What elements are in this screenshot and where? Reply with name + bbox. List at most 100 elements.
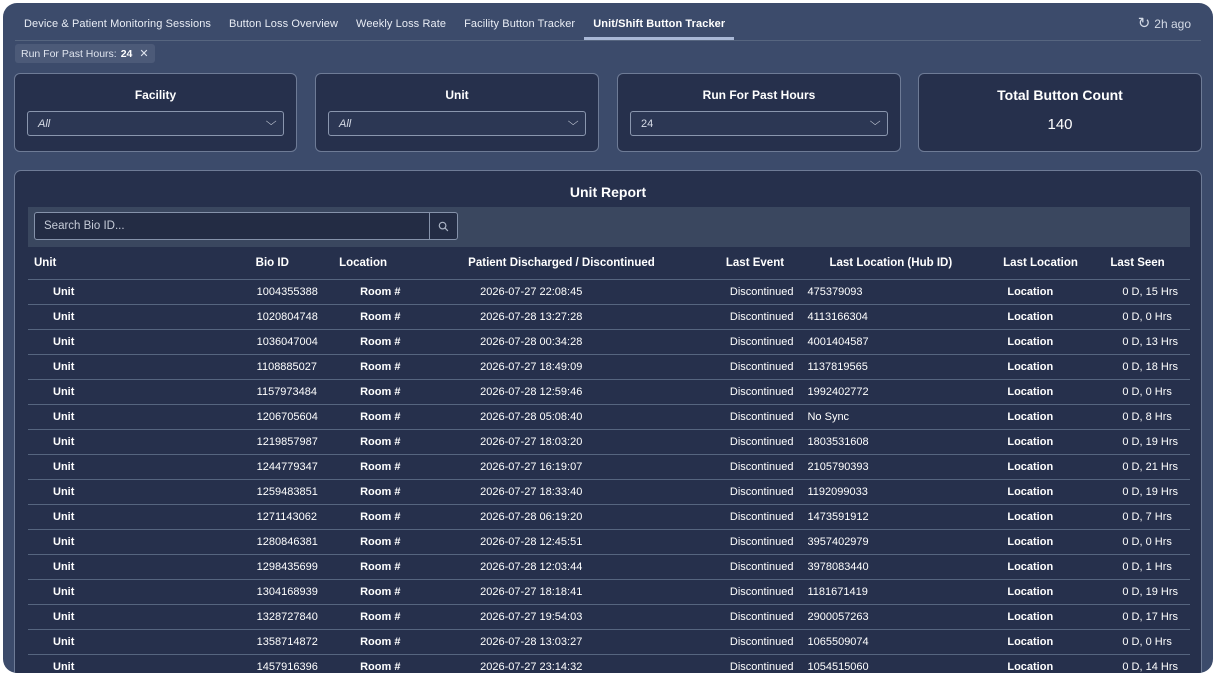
cell-discharged: 2026-07-27 22:08:45 [453, 279, 690, 305]
unit-report-table: Unit Bio ID Location Patient Discharged … [28, 248, 1190, 673]
unit-report-title: Unit Report [569, 184, 647, 200]
cell-last-seen: 0 D, 1 Hrs [1099, 554, 1190, 580]
cell-last-seen: 0 D, 17 Hrs [1099, 604, 1190, 630]
table-row[interactable]: Unit 1219857987 Room #2026-07-27 18:03:20 D… [28, 429, 1190, 455]
facility-select-value: All [38, 118, 51, 130]
cell-unit: Unit [28, 404, 250, 430]
cell-unit: Unit [28, 604, 250, 630]
table-row[interactable]: Unit 1304168939 Room #2026-07-27 18:18:41 D… [28, 579, 1190, 605]
cell-last-seen: 0 D, 19 Hrs [1099, 479, 1190, 505]
cell-discharged: 2026-07-28 13:03:27 [453, 629, 690, 655]
cell-unit: Unit [28, 504, 250, 530]
cell-last-seen: 0 D, 19 Hrs [1099, 429, 1190, 455]
table-row[interactable]: Unit 1457916396 Room #2026-07-27 23:14:32 D… [28, 654, 1190, 673]
hours-filter-card: Run For Past Hours 24 ⌵ [617, 73, 901, 152]
refresh-button[interactable]: ↻ 2h ago [1138, 16, 1191, 31]
cell-last-location: Location [961, 504, 1100, 530]
cell-unit: Unit [28, 629, 250, 655]
tab-bar: Device & Patient Monitoring Sessions But… [15, 11, 1201, 41]
column-header-discharged[interactable]: Patient Discharged / Discontinued [453, 248, 690, 280]
filter-chip-label: Run For Past Hours: [21, 47, 117, 60]
tab-unit-shift-button-tracker[interactable]: Unit/Shift Button Tracker [584, 11, 735, 40]
column-header-unit[interactable]: Unit [28, 248, 250, 280]
column-header-last-event[interactable]: Last Event [689, 248, 794, 280]
cell-bio-id: 1108885027 [249, 354, 334, 380]
cell-discharged: 2026-07-28 12:03:44 [453, 554, 690, 580]
cell-last-location: Location [961, 554, 1100, 580]
table-row[interactable]: Unit 1157973484 Room #2026-07-28 12:59:46 D… [28, 379, 1190, 405]
cell-location: Room # [333, 279, 454, 305]
table-row[interactable]: Unit 1259483851 Room #2026-07-27 18:33:40 D… [28, 479, 1190, 505]
cell-last-location: Location [961, 404, 1100, 430]
cell-location: Room # [333, 554, 454, 580]
cell-unit: Unit [28, 429, 250, 455]
last-refresh-label: 2h ago [1154, 17, 1191, 31]
table-row[interactable]: Unit 1004355388 Room #2026-07-27 22:08:45 D… [28, 279, 1190, 305]
search-input[interactable]: Search Bio ID... [34, 212, 430, 240]
cell-location: Room # [333, 354, 454, 380]
cell-last-location: Location [961, 279, 1100, 305]
cell-last-event: Discontinued [689, 529, 794, 555]
column-header-last-location-hub[interactable]: Last Location (Hub ID) [793, 248, 962, 280]
cell-bio-id: 1157973484 [249, 379, 334, 405]
cell-unit: Unit [28, 479, 250, 505]
cell-last-location-hub: 1803531608 [793, 429, 962, 455]
unit-report-panel: Unit Report Search Bio ID... Unit Bio ID… [14, 170, 1202, 673]
cell-last-seen: 0 D, 0 Hrs [1099, 379, 1190, 405]
unit-select[interactable]: All ⌵ [328, 111, 586, 136]
cell-last-event: Discontinued [689, 654, 794, 673]
close-icon[interactable]: ✕ [139, 47, 148, 60]
cell-last-seen: 0 D, 0 Hrs [1099, 529, 1190, 555]
tab-facility-button-tracker[interactable]: Facility Button Tracker [455, 11, 584, 40]
table-row[interactable]: Unit 1020804748 Room #2026-07-28 13:27:28 D… [28, 304, 1190, 330]
cell-location: Room # [333, 404, 454, 430]
cell-last-location: Location [961, 604, 1100, 630]
column-header-last-location[interactable]: Last Location [961, 248, 1100, 280]
column-header-location[interactable]: Location [333, 248, 454, 280]
cell-location: Room # [333, 629, 454, 655]
facility-select[interactable]: All ⌵ [27, 111, 284, 136]
total-button-count-card: Total Button Count 140 [918, 73, 1202, 152]
tab-button-loss-overview[interactable]: Button Loss Overview [220, 11, 347, 40]
cell-last-location: Location [961, 654, 1100, 673]
cell-discharged: 2026-07-28 13:27:28 [453, 304, 690, 330]
chevron-down-icon: ⌵ [567, 116, 579, 128]
search-button[interactable] [429, 212, 458, 240]
cell-unit: Unit [28, 554, 250, 580]
cell-last-location: Location [961, 579, 1100, 605]
cell-location: Room # [333, 429, 454, 455]
cell-last-seen: 0 D, 15 Hrs [1099, 279, 1190, 305]
table-row[interactable]: Unit 1328727840 Room #2026-07-27 19:54:03 D… [28, 604, 1190, 630]
cell-last-location-hub: 1065509074 [793, 629, 962, 655]
column-header-bio-id[interactable]: Bio ID [249, 248, 334, 280]
cell-last-event: Discontinued [689, 404, 794, 430]
cell-discharged: 2026-07-27 18:49:09 [453, 354, 690, 380]
cell-bio-id: 1020804748 [249, 304, 334, 330]
cell-last-event: Discontinued [689, 604, 794, 630]
cell-last-location: Location [961, 379, 1100, 405]
table-row[interactable]: Unit 1036047004 Room #2026-07-28 00:34:28 D… [28, 329, 1190, 355]
table-row[interactable]: Unit 1271143062 Room #2026-07-28 06:19:20 D… [28, 504, 1190, 530]
cell-unit: Unit [28, 379, 250, 405]
cell-last-event: Discontinued [689, 579, 794, 605]
cell-last-location-hub: 1054515060 [793, 654, 962, 673]
table-row[interactable]: Unit 1358714872 Room #2026-07-28 13:03:27 D… [28, 629, 1190, 655]
hours-select[interactable]: 24 ⌵ [630, 111, 888, 136]
tab-device-patient-monitoring[interactable]: Device & Patient Monitoring Sessions [15, 11, 220, 40]
cell-last-location-hub: 4001404587 [793, 329, 962, 355]
cell-last-event: Discontinued [689, 554, 794, 580]
tab-weekly-loss-rate[interactable]: Weekly Loss Rate [347, 11, 455, 40]
total-button-count-value: 140 [1047, 116, 1073, 133]
column-header-last-seen[interactable]: Last Seen [1099, 248, 1190, 280]
table-row[interactable]: Unit 1206705604 Room #2026-07-28 05:08:40 D… [28, 404, 1190, 430]
cell-last-seen: 0 D, 0 Hrs [1099, 304, 1190, 330]
table-row[interactable]: Unit 1108885027 Room #2026-07-27 18:49:09 D… [28, 354, 1190, 380]
cell-location: Room # [333, 504, 454, 530]
table-row[interactable]: Unit 1244779347 Room #2026-07-27 16:19:07 D… [28, 454, 1190, 480]
cell-last-location: Location [961, 329, 1100, 355]
unit-filter-card: Unit All ⌵ [315, 73, 599, 152]
table-row[interactable]: Unit 1298435699 Room #2026-07-28 12:03:44 D… [28, 554, 1190, 580]
cell-last-location-hub: 3957402979 [793, 529, 962, 555]
table-row[interactable]: Unit 1280846381 Room #2026-07-28 12:45:51 D… [28, 529, 1190, 555]
cell-last-seen: 0 D, 19 Hrs [1099, 579, 1190, 605]
